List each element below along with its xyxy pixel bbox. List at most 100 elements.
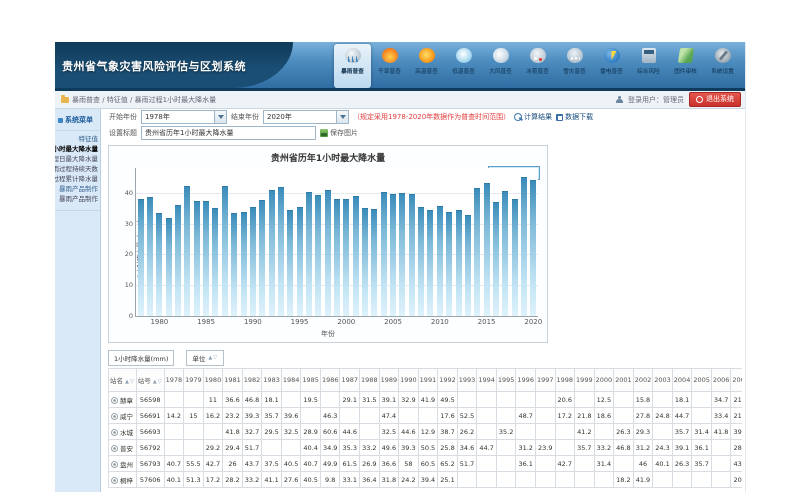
bar-2020 bbox=[530, 180, 536, 316]
bar-1991 bbox=[259, 200, 265, 316]
value-cell: 18.6 bbox=[594, 408, 614, 424]
col-header-year-1991[interactable]: 1991 bbox=[418, 369, 438, 392]
col-header-year-1997[interactable]: 1997 bbox=[535, 369, 555, 392]
row-radio[interactable] bbox=[111, 477, 118, 484]
value-cell: 39.3 bbox=[242, 408, 262, 424]
col-header-year-1987[interactable]: 1987 bbox=[340, 369, 360, 392]
value-cell bbox=[555, 440, 575, 456]
value-cell: 39.6 bbox=[281, 408, 301, 424]
value-cell: 52.5 bbox=[457, 408, 477, 424]
col-header-year-1979[interactable]: 1979 bbox=[184, 369, 204, 392]
bar-2018 bbox=[512, 199, 518, 316]
nav-item-6[interactable]: 雪灾普查 bbox=[556, 44, 593, 88]
station-name-cell: 赫章 bbox=[109, 392, 137, 408]
col-header-year-1986[interactable]: 1986 bbox=[320, 369, 340, 392]
value-cell bbox=[203, 424, 223, 440]
nav-item-9[interactable]: 图件审核 bbox=[667, 44, 704, 88]
col-header-year-1983[interactable]: 1983 bbox=[262, 369, 282, 392]
value-cell bbox=[555, 424, 575, 440]
power-icon bbox=[696, 96, 703, 103]
nav-item-7[interactable]: 雷电普查 bbox=[593, 44, 630, 88]
sidebar-item-4[interactable]: 暴雨过程累计降水量 bbox=[55, 174, 100, 184]
col-header-year-1989[interactable]: 1989 bbox=[379, 369, 399, 392]
col-header-year-1980[interactable]: 1980 bbox=[203, 369, 223, 392]
col-header-year-1985[interactable]: 1985 bbox=[301, 369, 321, 392]
col-header-year-2003[interactable]: 2003 bbox=[653, 369, 673, 392]
value-cell bbox=[653, 392, 673, 408]
row-radio[interactable] bbox=[111, 445, 118, 452]
chart-title-input[interactable]: 贵州省历年1小时最大降水量 bbox=[141, 126, 316, 140]
col-header-year-2005[interactable]: 2005 bbox=[692, 369, 712, 392]
nav-item-2[interactable]: 高温普查 bbox=[408, 44, 445, 88]
value-cell: 28.9 bbox=[301, 424, 321, 440]
row-radio[interactable] bbox=[111, 429, 118, 436]
value-cell: 15.8 bbox=[633, 392, 653, 408]
bar-2008 bbox=[418, 207, 424, 316]
value-cell bbox=[320, 392, 340, 408]
nav-item-8[interactable]: 综合风险 bbox=[630, 44, 667, 88]
nav-item-10[interactable]: 系统设置 bbox=[704, 44, 741, 88]
col-header-year-1999[interactable]: 1999 bbox=[575, 369, 595, 392]
value-cell bbox=[535, 424, 555, 440]
col-header-year-2006[interactable]: 2006 bbox=[711, 369, 731, 392]
col-header-year-1996[interactable]: 1996 bbox=[516, 369, 536, 392]
nav-item-0[interactable]: 暴雨普查 bbox=[334, 44, 371, 88]
bar-2010 bbox=[437, 206, 443, 316]
col-header-year-2007[interactable]: 2007 bbox=[731, 369, 742, 392]
col-header-year-1988[interactable]: 1988 bbox=[360, 369, 380, 392]
chevron-down-icon[interactable] bbox=[214, 111, 226, 123]
col-header-year-1982[interactable]: 1982 bbox=[242, 369, 262, 392]
col-header-year-1992[interactable]: 1992 bbox=[438, 369, 458, 392]
value-cell: 36.6 bbox=[223, 392, 243, 408]
sidebar-item-3[interactable]: 暴雨过程持续天数 bbox=[55, 164, 100, 174]
col-header-year-1998[interactable]: 1998 bbox=[555, 369, 575, 392]
nav-item-3[interactable]: 低温普查 bbox=[445, 44, 482, 88]
col-header-year-1993[interactable]: 1993 bbox=[457, 369, 477, 392]
bar-1983 bbox=[184, 186, 190, 316]
value-cell bbox=[360, 424, 380, 440]
search-icon bbox=[514, 113, 522, 121]
station-name-cell: 水城 bbox=[109, 424, 137, 440]
value-cell bbox=[496, 440, 516, 456]
sidebar-item-1[interactable]: 暴雨过程1小时最大降水量 bbox=[55, 144, 100, 154]
value-cell: 48.7 bbox=[516, 408, 536, 424]
value-cell: 26.9 bbox=[360, 456, 380, 472]
col-header-year-2002[interactable]: 2002 bbox=[633, 369, 653, 392]
logout-button[interactable]: 退出系统 bbox=[689, 92, 741, 107]
col-header-year-2000[interactable]: 2000 bbox=[594, 369, 614, 392]
value-cell: 32.9 bbox=[399, 392, 419, 408]
calc-result-button[interactable]: 计算结果 bbox=[514, 112, 552, 122]
value-cell bbox=[555, 472, 575, 488]
sidebar-item-2[interactable]: 暴雨过程日最大降水量 bbox=[55, 154, 100, 164]
save-image-button[interactable]: 保存图片 bbox=[320, 128, 358, 138]
col-header-year-1994[interactable]: 1994 bbox=[477, 369, 497, 392]
col-header-year-1978[interactable]: 1978 bbox=[164, 369, 184, 392]
col-header-year-1981[interactable]: 1981 bbox=[223, 369, 243, 392]
nav-item-4[interactable]: 大风普查 bbox=[482, 44, 519, 88]
nav-item-1[interactable]: 干旱普查 bbox=[371, 44, 408, 88]
metric-selector[interactable]: 1小时降水量(mm) bbox=[108, 350, 174, 366]
col-header-year-1990[interactable]: 1990 bbox=[399, 369, 419, 392]
row-radio[interactable] bbox=[111, 397, 118, 404]
row-radio[interactable] bbox=[111, 413, 118, 420]
sidebar-item-6[interactable]: 暴雨产品制作 bbox=[55, 194, 100, 204]
chevron-down-icon[interactable] bbox=[336, 111, 348, 123]
row-radio[interactable] bbox=[111, 461, 118, 468]
nav-item-5[interactable]: 冰雹普查 bbox=[519, 44, 556, 88]
station-table-wrap[interactable]: 站名 ▲▽站号 ▲▽197819791980198119821983198419… bbox=[108, 368, 742, 492]
sidebar-item-5[interactable]: 暴雨产品制作 bbox=[55, 184, 100, 194]
col-header-year-1995[interactable]: 1995 bbox=[496, 369, 516, 392]
col-header-year-1984[interactable]: 1984 bbox=[281, 369, 301, 392]
col-header-name[interactable]: 站名 ▲▽ bbox=[109, 369, 137, 392]
bar-1986 bbox=[212, 208, 218, 316]
col-header-year-2004[interactable]: 2004 bbox=[672, 369, 692, 392]
unit-selector[interactable]: 单位 ▲▽ bbox=[186, 350, 224, 366]
col-header-year-2001[interactable]: 2001 bbox=[614, 369, 634, 392]
bar-2005 bbox=[390, 194, 396, 316]
start-year-select[interactable]: 1978年 bbox=[141, 110, 227, 124]
value-cell: 21.9 bbox=[731, 392, 742, 408]
data-download-button[interactable]: 数据下载 bbox=[556, 112, 593, 122]
sidebar-item-0[interactable]: 特征值 bbox=[55, 134, 100, 144]
col-header-id[interactable]: 站号 ▲▽ bbox=[136, 369, 164, 392]
end-year-select[interactable]: 2020年 bbox=[263, 110, 349, 124]
